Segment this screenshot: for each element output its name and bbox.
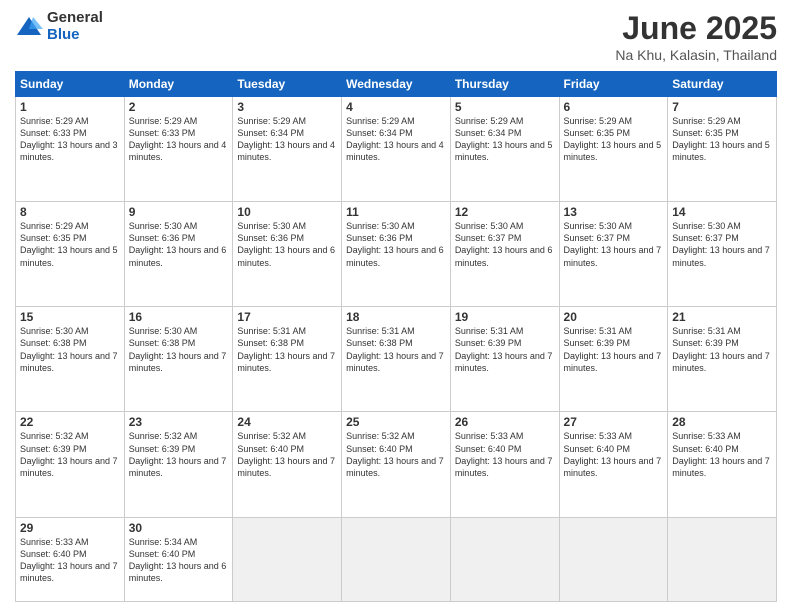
table-row: 18Sunrise: 5:31 AMSunset: 6:38 PMDayligh… [342,307,451,412]
calendar-week-row: 22Sunrise: 5:32 AMSunset: 6:39 PMDayligh… [16,412,777,517]
logo-text: General Blue [47,10,103,43]
table-row: 14Sunrise: 5:30 AMSunset: 6:37 PMDayligh… [668,202,777,307]
table-row [559,517,668,601]
table-row: 21Sunrise: 5:31 AMSunset: 6:39 PMDayligh… [668,307,777,412]
table-row: 29Sunrise: 5:33 AMSunset: 6:40 PMDayligh… [16,517,125,601]
table-row: 7Sunrise: 5:29 AMSunset: 6:35 PMDaylight… [668,97,777,202]
logo-blue: Blue [47,27,103,44]
table-row: 13Sunrise: 5:30 AMSunset: 6:37 PMDayligh… [559,202,668,307]
table-row: 27Sunrise: 5:33 AMSunset: 6:40 PMDayligh… [559,412,668,517]
table-row: 16Sunrise: 5:30 AMSunset: 6:38 PMDayligh… [124,307,233,412]
col-sunday: Sunday [16,72,125,97]
col-saturday: Saturday [668,72,777,97]
table-row [342,517,451,601]
table-row [450,517,559,601]
calendar-week-row: 1Sunrise: 5:29 AMSunset: 6:33 PMDaylight… [16,97,777,202]
table-row [233,517,342,601]
header: General Blue June 2025 Na Khu, Kalasin, … [15,10,777,63]
table-row: 17Sunrise: 5:31 AMSunset: 6:38 PMDayligh… [233,307,342,412]
table-row: 8Sunrise: 5:29 AMSunset: 6:35 PMDaylight… [16,202,125,307]
table-row: 24Sunrise: 5:32 AMSunset: 6:40 PMDayligh… [233,412,342,517]
table-row: 28Sunrise: 5:33 AMSunset: 6:40 PMDayligh… [668,412,777,517]
calendar-header-row: Sunday Monday Tuesday Wednesday Thursday… [16,72,777,97]
table-row: 9Sunrise: 5:30 AMSunset: 6:36 PMDaylight… [124,202,233,307]
col-friday: Friday [559,72,668,97]
table-row: 22Sunrise: 5:32 AMSunset: 6:39 PMDayligh… [16,412,125,517]
table-row: 25Sunrise: 5:32 AMSunset: 6:40 PMDayligh… [342,412,451,517]
calendar-week-row: 29Sunrise: 5:33 AMSunset: 6:40 PMDayligh… [16,517,777,601]
table-row [668,517,777,601]
table-row: 19Sunrise: 5:31 AMSunset: 6:39 PMDayligh… [450,307,559,412]
logo-icon [15,13,43,41]
calendar: Sunday Monday Tuesday Wednesday Thursday… [15,71,777,602]
table-row: 4Sunrise: 5:29 AMSunset: 6:34 PMDaylight… [342,97,451,202]
calendar-week-row: 8Sunrise: 5:29 AMSunset: 6:35 PMDaylight… [16,202,777,307]
logo-general: General [47,10,103,27]
table-row: 26Sunrise: 5:33 AMSunset: 6:40 PMDayligh… [450,412,559,517]
col-thursday: Thursday [450,72,559,97]
calendar-week-row: 15Sunrise: 5:30 AMSunset: 6:38 PMDayligh… [16,307,777,412]
col-monday: Monday [124,72,233,97]
table-row: 5Sunrise: 5:29 AMSunset: 6:34 PMDaylight… [450,97,559,202]
table-row: 1Sunrise: 5:29 AMSunset: 6:33 PMDaylight… [16,97,125,202]
table-row: 2Sunrise: 5:29 AMSunset: 6:33 PMDaylight… [124,97,233,202]
table-row: 10Sunrise: 5:30 AMSunset: 6:36 PMDayligh… [233,202,342,307]
table-row: 20Sunrise: 5:31 AMSunset: 6:39 PMDayligh… [559,307,668,412]
table-row: 12Sunrise: 5:30 AMSunset: 6:37 PMDayligh… [450,202,559,307]
month-title: June 2025 [615,10,777,47]
table-row: 30Sunrise: 5:34 AMSunset: 6:40 PMDayligh… [124,517,233,601]
table-row: 3Sunrise: 5:29 AMSunset: 6:34 PMDaylight… [233,97,342,202]
table-row: 15Sunrise: 5:30 AMSunset: 6:38 PMDayligh… [16,307,125,412]
title-area: June 2025 Na Khu, Kalasin, Thailand [615,10,777,63]
table-row: 6Sunrise: 5:29 AMSunset: 6:35 PMDaylight… [559,97,668,202]
logo: General Blue [15,10,103,43]
table-row: 23Sunrise: 5:32 AMSunset: 6:39 PMDayligh… [124,412,233,517]
col-tuesday: Tuesday [233,72,342,97]
table-row: 11Sunrise: 5:30 AMSunset: 6:36 PMDayligh… [342,202,451,307]
page: General Blue June 2025 Na Khu, Kalasin, … [0,0,792,612]
location: Na Khu, Kalasin, Thailand [615,47,777,63]
col-wednesday: Wednesday [342,72,451,97]
